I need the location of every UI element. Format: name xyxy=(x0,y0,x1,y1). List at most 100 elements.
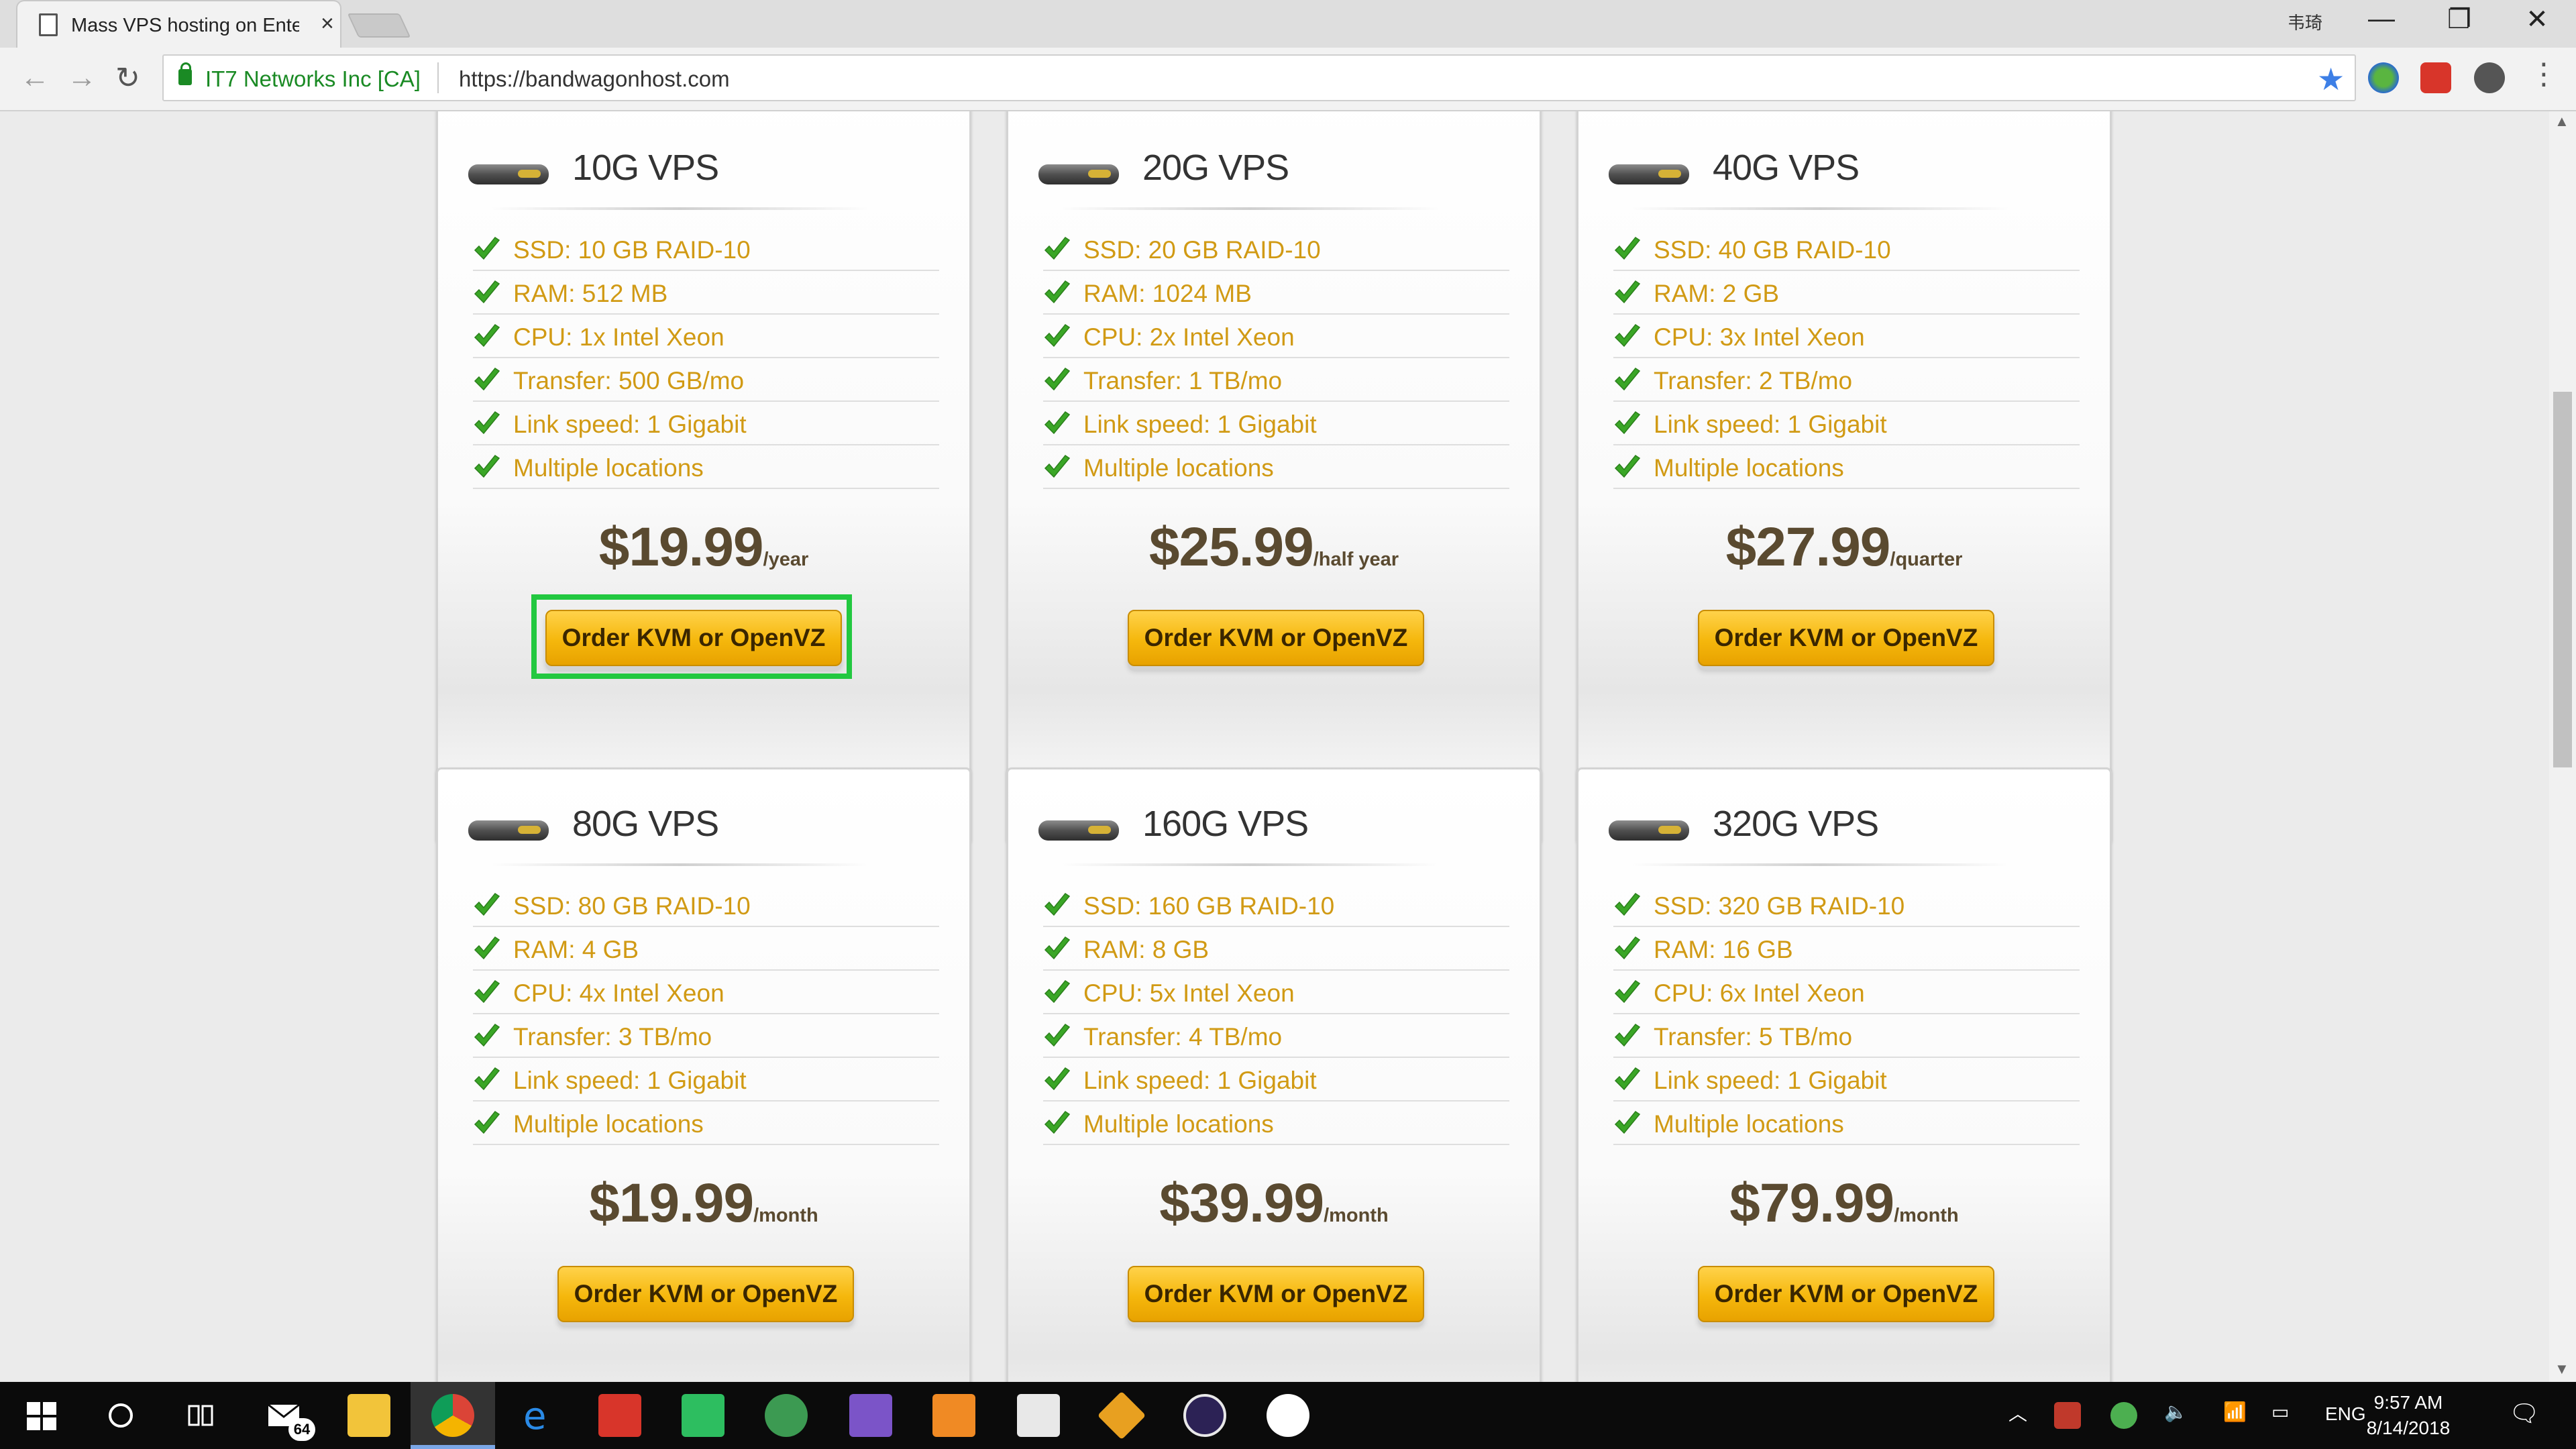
new-tab-button[interactable] xyxy=(347,13,411,38)
extension-globe-icon[interactable] xyxy=(2368,62,2399,93)
feature-text: SSD: 10 GB RAID-10 xyxy=(513,236,751,264)
tab-close-icon[interactable]: × xyxy=(321,11,334,37)
tray-chevron-icon[interactable]: ︿ xyxy=(2008,1399,2027,1426)
evernote-icon[interactable] xyxy=(682,1394,724,1437)
feature-text: Link speed: 1 Gigabit xyxy=(1083,1067,1317,1094)
feature-text: RAM: 8 GB xyxy=(1083,936,1210,963)
price-amount: $79.99 xyxy=(1729,1173,1894,1234)
system-clock[interactable]: 9:57 AM 8/14/2018 xyxy=(2355,1390,2462,1441)
feature-item: RAM: 4 GB xyxy=(473,927,939,971)
feature-list: SSD: 10 GB RAID-10 RAM: 512 MB CPU: 1x I… xyxy=(473,227,939,489)
feature-text: Transfer: 3 TB/mo xyxy=(513,1023,712,1051)
feature-text: Link speed: 1 Gigabit xyxy=(1083,411,1317,438)
checkmark-icon xyxy=(1043,1110,1071,1138)
battery-icon[interactable]: ▭ xyxy=(2271,1401,2289,1423)
price-amount: $25.99 xyxy=(1148,517,1314,578)
extension-todoist-icon[interactable] xyxy=(2420,62,2451,93)
reload-icon[interactable]: ↻ xyxy=(115,61,140,95)
checkmark-icon xyxy=(473,935,501,963)
bookmark-star-icon[interactable]: ★ xyxy=(2317,61,2345,97)
close-window-icon[interactable]: ✕ xyxy=(2517,4,2557,35)
feature-text: Multiple locations xyxy=(513,454,704,482)
checkmark-icon xyxy=(1613,935,1642,963)
checkmark-icon xyxy=(1043,935,1071,963)
checkmark-icon xyxy=(473,979,501,1007)
checkmark-icon xyxy=(473,892,501,920)
feature-item: Transfer: 4 TB/mo xyxy=(1043,1014,1509,1058)
forward-icon[interactable]: → xyxy=(67,61,97,95)
plan-card-header: 80G VPS xyxy=(438,769,969,870)
smiley-icon[interactable] xyxy=(1267,1394,1309,1437)
feature-text: SSD: 160 GB RAID-10 xyxy=(1083,892,1335,920)
plan-price: $79.99/month xyxy=(1578,1172,2110,1235)
feature-text: CPU: 6x Intel Xeon xyxy=(1654,979,1865,1007)
plan-price: $19.99/month xyxy=(438,1172,969,1235)
visual-studio-icon[interactable] xyxy=(849,1394,892,1437)
url-text[interactable]: https://bandwagonhost.com xyxy=(459,66,730,92)
order-button[interactable]: Order KVM or OpenVZ xyxy=(1128,1266,1424,1322)
todoist-icon[interactable] xyxy=(598,1394,641,1437)
price-period: /month xyxy=(1324,1205,1389,1226)
checkmark-icon xyxy=(1043,235,1071,264)
action-center-icon[interactable]: 🗨 xyxy=(2509,1399,2540,1428)
eclipse-icon[interactable] xyxy=(1183,1394,1226,1437)
feature-item: Transfer: 1 TB/mo xyxy=(1043,358,1509,402)
feature-item: CPU: 3x Intel Xeon xyxy=(1613,315,2080,358)
checkmark-icon xyxy=(473,279,501,307)
feature-item: CPU: 2x Intel Xeon xyxy=(1043,315,1509,358)
checkmark-icon xyxy=(1043,892,1071,920)
plan-card: 320G VPS SSD: 320 GB RAID-10 RAM: 16 GB … xyxy=(1576,767,2112,1382)
plan-card-header: 20G VPS xyxy=(1008,113,1540,214)
price-period: /half year xyxy=(1313,549,1399,570)
server-icon xyxy=(1038,820,1119,841)
chrome-icon[interactable] xyxy=(431,1394,474,1437)
order-button[interactable]: Order KVM or OpenVZ xyxy=(1698,1266,1994,1322)
checkmark-icon xyxy=(1043,323,1071,351)
feature-item: SSD: 320 GB RAID-10 xyxy=(1613,883,2080,927)
file-explorer-icon[interactable] xyxy=(347,1394,390,1437)
tray-app-icon[interactable] xyxy=(2054,1402,2081,1429)
tray-network-app-icon[interactable] xyxy=(2110,1402,2137,1429)
server-icon xyxy=(1038,164,1119,184)
task-view-icon[interactable] xyxy=(180,1394,223,1437)
scroll-down-arrow-icon[interactable]: ▼ xyxy=(2555,1360,2569,1378)
profile-name[interactable]: 韦琦 xyxy=(2288,9,2322,34)
feature-text: CPU: 2x Intel Xeon xyxy=(1083,323,1295,351)
order-button[interactable]: Order KVM or OpenVZ xyxy=(557,1266,854,1322)
edge-icon[interactable]: e xyxy=(517,1394,559,1438)
checkmark-icon xyxy=(1613,323,1642,351)
checkmark-icon xyxy=(1613,453,1642,482)
volume-icon[interactable]: 🔈 xyxy=(2164,1401,2188,1423)
feature-text: Transfer: 500 GB/mo xyxy=(513,367,745,394)
scroll-thumb[interactable] xyxy=(2553,392,2572,767)
lock-icon[interactable] xyxy=(178,62,192,85)
cortana-search-icon[interactable] xyxy=(99,1394,142,1437)
git-icon[interactable] xyxy=(1097,1391,1146,1440)
notepad-icon[interactable] xyxy=(1017,1394,1060,1437)
browser-tab-active[interactable]: Mass VPS hosting on Ente × xyxy=(16,0,341,48)
minimize-icon[interactable]: — xyxy=(2361,4,2402,34)
certificate-name[interactable]: IT7 Networks Inc [CA] xyxy=(205,66,421,92)
page-scrollbar[interactable]: ▲ ▼ xyxy=(2549,111,2576,1382)
extension-evernote-icon[interactable] xyxy=(2474,62,2505,93)
order-button-highlight xyxy=(531,594,852,679)
order-button[interactable]: Order KVM or OpenVZ xyxy=(1698,610,1994,666)
windows-start-icon[interactable] xyxy=(20,1394,63,1437)
checkmark-icon xyxy=(1043,1066,1071,1094)
browser-menu-icon[interactable]: ⋮ xyxy=(2529,57,2559,91)
feature-text: RAM: 4 GB xyxy=(513,936,639,963)
feature-item: Link speed: 1 Gigabit xyxy=(1613,402,2080,445)
address-bar[interactable]: IT7 Networks Inc [CA] https://bandwagonh… xyxy=(162,54,2356,101)
feature-item: Multiple locations xyxy=(1043,445,1509,489)
order-button[interactable]: Order KVM or OpenVZ xyxy=(1128,610,1424,666)
app-globe-icon[interactable] xyxy=(765,1394,808,1437)
checkmark-icon xyxy=(473,453,501,482)
feature-list: SSD: 160 GB RAID-10 RAM: 8 GB CPU: 5x In… xyxy=(1043,883,1509,1145)
restore-icon[interactable]: ❐ xyxy=(2439,4,2479,35)
wifi-icon[interactable]: 📶 xyxy=(2223,1401,2247,1423)
back-icon[interactable]: ← xyxy=(20,61,50,95)
checkmark-icon xyxy=(1613,979,1642,1007)
feature-item: Transfer: 5 TB/mo xyxy=(1613,1014,2080,1058)
scroll-up-arrow-icon[interactable]: ▲ xyxy=(2555,113,2569,130)
sublime-text-icon[interactable] xyxy=(932,1394,975,1437)
